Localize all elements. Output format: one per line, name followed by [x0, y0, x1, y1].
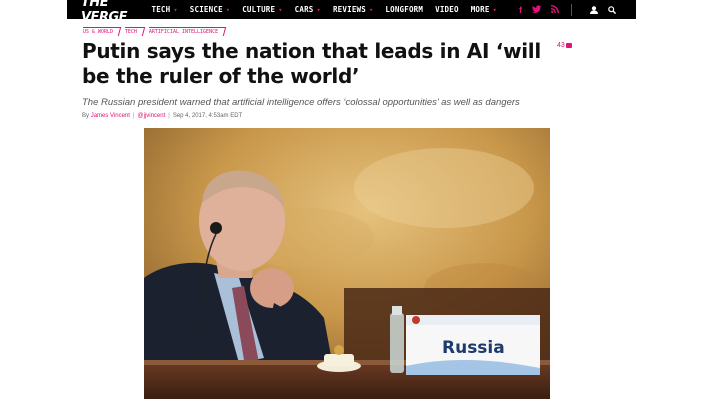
comment-bubble-icon: [565, 43, 572, 48]
site-logo[interactable]: THE VERGE: [81, 0, 135, 25]
nav-item-more[interactable]: MORE ▾: [471, 5, 497, 14]
author-link[interactable]: James Vincent: [91, 113, 130, 119]
chevron-down-icon: ▾: [316, 5, 321, 14]
top-nav-bar: THE VERGE TECH ▾ SCIENCE ▾ CULTURE ▾ CARS ▾ …: [67, 0, 636, 25]
chevron-down-icon: ▾: [278, 5, 283, 14]
chevron-down-icon: ▾: [173, 5, 178, 14]
tag-artificial-intelligence[interactable]: Artificial Intelligence: [146, 27, 227, 36]
twitter-icon[interactable]: [532, 4, 541, 15]
byline-prefix: By: [82, 113, 90, 119]
tag-us-world[interactable]: US & World: [80, 27, 122, 36]
nav-right-icons: f: [509, 1, 617, 19]
author-twitter-link[interactable]: @jjvincent: [138, 113, 166, 119]
publish-date: Sep 4, 2017, 4:53am EDT: [172, 113, 243, 119]
chevron-down-icon: ▾: [225, 5, 231, 14]
rss-icon[interactable]: [551, 4, 559, 15]
comment-count: 43: [557, 42, 565, 49]
article-headline: Putin says the nation that leads in AI ‘…: [82, 39, 541, 88]
chevron-down-icon: ▾: [368, 5, 374, 14]
user-icon[interactable]: [590, 1, 598, 19]
byline: By James Vincent | @jjvincent | Sep 4, 2…: [82, 113, 242, 119]
nav-item-video[interactable]: VIDEO: [435, 5, 459, 14]
article-tags: US & World Tech Artificial Intelligence: [80, 27, 229, 36]
nav-item-tech[interactable]: TECH ▾: [151, 5, 177, 14]
nav-divider: [571, 3, 572, 16]
lead-photo: Russia: [144, 128, 550, 399]
main-nav: TECH ▾ SCIENCE ▾ CULTURE ▾ CARS ▾ REVIEWS ▾ L…: [151, 5, 509, 14]
name-placard-text: Russia: [442, 338, 505, 358]
article-dek: The Russian president warned that artifi…: [82, 97, 520, 108]
facebook-icon[interactable]: f: [519, 5, 522, 15]
nav-item-cars[interactable]: CARS ▾: [295, 5, 321, 14]
tag-tech[interactable]: Tech: [122, 27, 146, 36]
photo-illustration: [144, 128, 550, 399]
nav-item-culture[interactable]: CULTURE ▾: [242, 5, 282, 14]
byline-divider: |: [132, 113, 135, 119]
search-icon[interactable]: [608, 1, 617, 19]
nav-item-reviews[interactable]: REVIEWS ▾: [333, 5, 373, 14]
chevron-down-icon: ▾: [492, 5, 497, 14]
byline-divider: |: [168, 113, 170, 119]
nav-item-science[interactable]: SCIENCE ▾: [190, 5, 230, 14]
nav-item-longform[interactable]: LONGFORM: [385, 5, 423, 14]
comment-count-link[interactable]: 43: [557, 42, 572, 49]
